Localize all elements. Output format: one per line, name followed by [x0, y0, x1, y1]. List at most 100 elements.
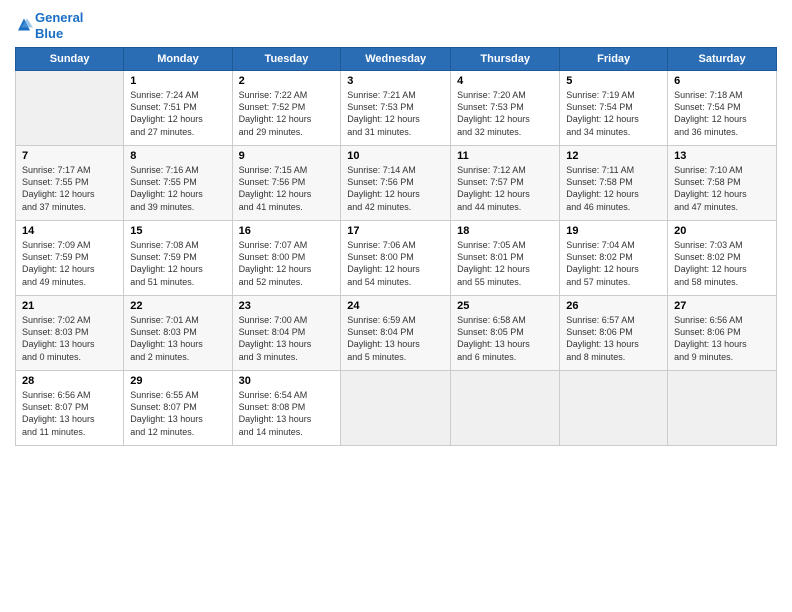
calendar-cell: 12 Sunrise: 7:11 AM Sunset: 7:58 PM Dayli… — [560, 146, 668, 221]
calendar-cell: 29 Sunrise: 6:55 AM Sunset: 8:07 PM Dayli… — [124, 371, 232, 446]
calendar-cell: 8 Sunrise: 7:16 AM Sunset: 7:55 PM Daylig… — [124, 146, 232, 221]
calendar-cell: 1Sunrise: 7:24 AM Sunset: 7:51 PM Daylig… — [124, 71, 232, 146]
day-info: Sunrise: 7:15 AM Sunset: 7:56 PM Dayligh… — [239, 164, 335, 213]
day-info: Sunrise: 7:03 AM Sunset: 8:02 PM Dayligh… — [674, 239, 770, 288]
calendar-cell: 15 Sunrise: 7:08 AM Sunset: 7:59 PM Dayli… — [124, 221, 232, 296]
day-header-wednesday: Wednesday — [341, 48, 451, 71]
day-number: 7 — [22, 150, 117, 162]
calendar-cell: 13 Sunrise: 7:10 AM Sunset: 7:58 PM Dayli… — [668, 146, 777, 221]
day-info: Sunrise: 7:18 AM Sunset: 7:54 PM Dayligh… — [674, 89, 770, 138]
day-info: Sunrise: 7:06 AM Sunset: 8:00 PM Dayligh… — [347, 239, 444, 288]
calendar-cell: 3 Sunrise: 7:21 AM Sunset: 7:53 PM Daylig… — [341, 71, 451, 146]
day-number: 3 — [347, 75, 444, 87]
day-number: 23 — [239, 300, 335, 312]
day-info: Sunrise: 7:22 AM Sunset: 7:52 PM Dayligh… — [239, 89, 335, 138]
day-number: 13 — [674, 150, 770, 162]
day-number: 28 — [22, 375, 117, 387]
day-number: 4 — [457, 75, 553, 87]
logo-text: General Blue — [35, 10, 83, 41]
calendar-cell: 9 Sunrise: 7:15 AM Sunset: 7:56 PM Daylig… — [232, 146, 341, 221]
day-info: Sunrise: 7:11 AM Sunset: 7:58 PM Dayligh… — [566, 164, 661, 213]
week-row-4: 21 Sunrise: 7:02 AM Sunset: 8:03 PM Dayli… — [16, 296, 777, 371]
calendar-cell: 16Sunrise: 7:07 AM Sunset: 8:00 PM Dayli… — [232, 221, 341, 296]
calendar-cell: 20Sunrise: 7:03 AM Sunset: 8:02 PM Dayli… — [668, 221, 777, 296]
day-number: 9 — [239, 150, 335, 162]
calendar-cell — [560, 371, 668, 446]
week-row-1: 1Sunrise: 7:24 AM Sunset: 7:51 PM Daylig… — [16, 71, 777, 146]
day-header-monday: Monday — [124, 48, 232, 71]
day-info: Sunrise: 7:16 AM Sunset: 7:55 PM Dayligh… — [130, 164, 225, 213]
calendar-cell: 11 Sunrise: 7:12 AM Sunset: 7:57 PM Dayli… — [451, 146, 560, 221]
calendar-cell: 24 Sunrise: 6:59 AM Sunset: 8:04 PM Dayli… — [341, 296, 451, 371]
day-number: 24 — [347, 300, 444, 312]
day-info: Sunrise: 7:07 AM Sunset: 8:00 PM Dayligh… — [239, 239, 335, 288]
day-header-saturday: Saturday — [668, 48, 777, 71]
day-info: Sunrise: 6:58 AM Sunset: 8:05 PM Dayligh… — [457, 314, 553, 363]
calendar-cell: 23 Sunrise: 7:00 AM Sunset: 8:04 PM Dayli… — [232, 296, 341, 371]
day-number: 14 — [22, 225, 117, 237]
day-info: Sunrise: 7:14 AM Sunset: 7:56 PM Dayligh… — [347, 164, 444, 213]
day-number: 8 — [130, 150, 225, 162]
day-info: Sunrise: 7:19 AM Sunset: 7:54 PM Dayligh… — [566, 89, 661, 138]
day-number: 1 — [130, 75, 225, 87]
calendar-cell: 18 Sunrise: 7:05 AM Sunset: 8:01 PM Dayli… — [451, 221, 560, 296]
week-row-2: 7Sunrise: 7:17 AM Sunset: 7:55 PM Daylig… — [16, 146, 777, 221]
calendar-cell: 26Sunrise: 6:57 AM Sunset: 8:06 PM Dayli… — [560, 296, 668, 371]
day-number: 19 — [566, 225, 661, 237]
day-info: Sunrise: 7:08 AM Sunset: 7:59 PM Dayligh… — [130, 239, 225, 288]
calendar-cell: 22Sunrise: 7:01 AM Sunset: 8:03 PM Dayli… — [124, 296, 232, 371]
day-number: 12 — [566, 150, 661, 162]
day-header-friday: Friday — [560, 48, 668, 71]
day-number: 27 — [674, 300, 770, 312]
week-row-3: 14 Sunrise: 7:09 AM Sunset: 7:59 PM Dayli… — [16, 221, 777, 296]
day-info: Sunrise: 6:56 AM Sunset: 8:07 PM Dayligh… — [22, 389, 117, 438]
day-info: Sunrise: 6:54 AM Sunset: 8:08 PM Dayligh… — [239, 389, 335, 438]
day-number: 29 — [130, 375, 225, 387]
calendar-table: SundayMondayTuesdayWednesdayThursdayFrid… — [15, 47, 777, 446]
calendar-cell: 2 Sunrise: 7:22 AM Sunset: 7:52 PM Daylig… — [232, 71, 341, 146]
calendar-cell: 25 Sunrise: 6:58 AM Sunset: 8:05 PM Dayli… — [451, 296, 560, 371]
calendar-cell — [341, 371, 451, 446]
day-info: Sunrise: 7:05 AM Sunset: 8:01 PM Dayligh… — [457, 239, 553, 288]
day-info: Sunrise: 7:10 AM Sunset: 7:58 PM Dayligh… — [674, 164, 770, 213]
calendar-cell: 7Sunrise: 7:17 AM Sunset: 7:55 PM Daylig… — [16, 146, 124, 221]
calendar-cell: 4 Sunrise: 7:20 AM Sunset: 7:53 PM Daylig… — [451, 71, 560, 146]
day-info: Sunrise: 7:09 AM Sunset: 7:59 PM Dayligh… — [22, 239, 117, 288]
day-info: Sunrise: 6:59 AM Sunset: 8:04 PM Dayligh… — [347, 314, 444, 363]
calendar-cell: 17 Sunrise: 7:06 AM Sunset: 8:00 PM Dayli… — [341, 221, 451, 296]
day-number: 11 — [457, 150, 553, 162]
calendar-cell: 6 Sunrise: 7:18 AM Sunset: 7:54 PM Daylig… — [668, 71, 777, 146]
calendar-cell: 10 Sunrise: 7:14 AM Sunset: 7:56 PM Dayli… — [341, 146, 451, 221]
week-row-5: 28 Sunrise: 6:56 AM Sunset: 8:07 PM Dayli… — [16, 371, 777, 446]
day-number: 6 — [674, 75, 770, 87]
logo: General Blue — [15, 10, 83, 41]
day-number: 17 — [347, 225, 444, 237]
calendar-cell: 30Sunrise: 6:54 AM Sunset: 8:08 PM Dayli… — [232, 371, 341, 446]
calendar-cell — [16, 71, 124, 146]
day-info: Sunrise: 7:21 AM Sunset: 7:53 PM Dayligh… — [347, 89, 444, 138]
day-info: Sunrise: 7:12 AM Sunset: 7:57 PM Dayligh… — [457, 164, 553, 213]
day-info: Sunrise: 6:55 AM Sunset: 8:07 PM Dayligh… — [130, 389, 225, 438]
calendar-cell — [668, 371, 777, 446]
calendar-cell: 27Sunrise: 6:56 AM Sunset: 8:06 PM Dayli… — [668, 296, 777, 371]
day-number: 2 — [239, 75, 335, 87]
calendar-cell: 19Sunrise: 7:04 AM Sunset: 8:02 PM Dayli… — [560, 221, 668, 296]
calendar-container: General Blue SundayMondayTuesdayWednesda… — [0, 0, 792, 612]
day-info: Sunrise: 6:57 AM Sunset: 8:06 PM Dayligh… — [566, 314, 661, 363]
calendar-cell — [451, 371, 560, 446]
day-number: 15 — [130, 225, 225, 237]
logo-icon — [15, 17, 33, 35]
day-number: 18 — [457, 225, 553, 237]
day-number: 5 — [566, 75, 661, 87]
calendar-cell: 5 Sunrise: 7:19 AM Sunset: 7:54 PM Daylig… — [560, 71, 668, 146]
day-info: Sunrise: 7:01 AM Sunset: 8:03 PM Dayligh… — [130, 314, 225, 363]
day-header-thursday: Thursday — [451, 48, 560, 71]
calendar-cell: 21 Sunrise: 7:02 AM Sunset: 8:03 PM Dayli… — [16, 296, 124, 371]
calendar-cell: 14 Sunrise: 7:09 AM Sunset: 7:59 PM Dayli… — [16, 221, 124, 296]
day-info: Sunrise: 7:02 AM Sunset: 8:03 PM Dayligh… — [22, 314, 117, 363]
day-number: 10 — [347, 150, 444, 162]
day-number: 21 — [22, 300, 117, 312]
day-info: Sunrise: 7:20 AM Sunset: 7:53 PM Dayligh… — [457, 89, 553, 138]
day-info: Sunrise: 7:00 AM Sunset: 8:04 PM Dayligh… — [239, 314, 335, 363]
day-number: 25 — [457, 300, 553, 312]
